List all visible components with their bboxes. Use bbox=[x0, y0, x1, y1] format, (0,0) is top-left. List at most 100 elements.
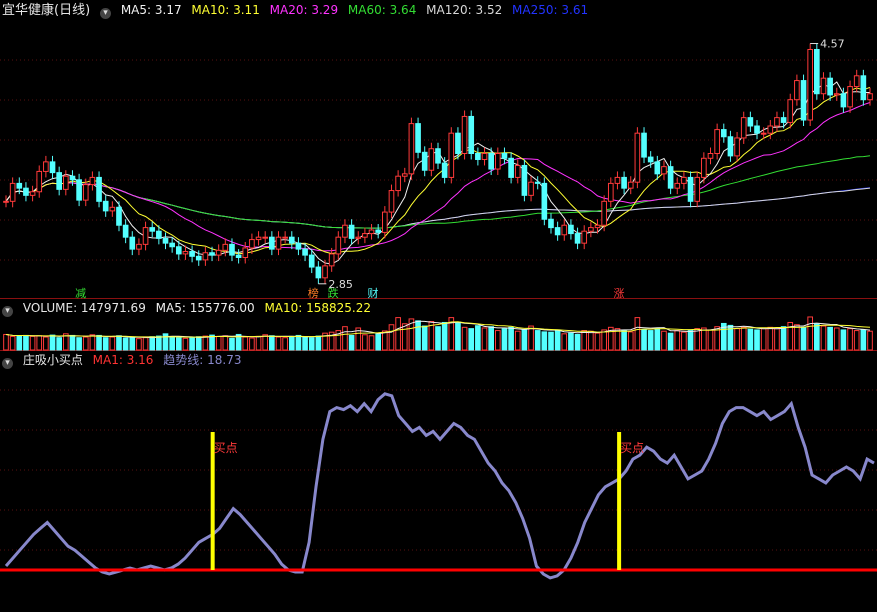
candle-body bbox=[16, 182, 23, 189]
volume-bar bbox=[69, 334, 76, 351]
volume-bar bbox=[667, 332, 674, 351]
volume-bar bbox=[740, 326, 747, 351]
volume-bar bbox=[43, 336, 49, 351]
candle-body bbox=[774, 117, 780, 127]
volume-bar bbox=[249, 337, 255, 351]
candle-body bbox=[388, 190, 395, 213]
candle-body bbox=[342, 224, 348, 238]
candle-body bbox=[754, 125, 760, 134]
volume-bar bbox=[800, 326, 807, 351]
candle-body bbox=[62, 175, 69, 190]
volume-bar bbox=[767, 326, 774, 351]
candle-body bbox=[56, 172, 62, 190]
candle-body bbox=[322, 265, 328, 279]
volume-bar bbox=[534, 330, 541, 351]
volume-bar bbox=[594, 332, 601, 351]
candle-body bbox=[109, 206, 116, 212]
candle-body bbox=[282, 236, 288, 239]
candle-body bbox=[568, 224, 574, 235]
candle-body bbox=[202, 252, 209, 261]
candle-body bbox=[142, 227, 149, 245]
volume-bar bbox=[634, 317, 641, 351]
high-price-label: 4.57 bbox=[820, 38, 845, 51]
candle-body bbox=[89, 176, 96, 186]
candle-body bbox=[242, 247, 249, 259]
volume-bar bbox=[627, 331, 634, 351]
volume-bar bbox=[182, 337, 189, 351]
volume-bar bbox=[760, 328, 767, 351]
volume-bar bbox=[614, 328, 621, 351]
volume-bar bbox=[375, 333, 382, 351]
volume-bar bbox=[302, 336, 308, 351]
candle-body bbox=[641, 132, 647, 158]
volume-bar bbox=[49, 334, 56, 351]
candle-body bbox=[534, 181, 541, 184]
volume-bar bbox=[109, 336, 116, 351]
volume-bar bbox=[76, 337, 82, 351]
candle-body bbox=[368, 229, 375, 235]
candle-body bbox=[800, 80, 807, 121]
ma250-line bbox=[5, 182, 871, 229]
candle-body bbox=[548, 218, 554, 229]
candle-body bbox=[23, 187, 29, 196]
volume-bar bbox=[288, 335, 295, 351]
volume-bar bbox=[169, 336, 175, 351]
candle-body bbox=[69, 175, 76, 181]
candle-body bbox=[627, 181, 634, 189]
volume-bar bbox=[435, 326, 441, 351]
event-tag: 榜 bbox=[308, 286, 319, 300]
volume-bar bbox=[255, 335, 262, 351]
volume-bar bbox=[780, 326, 787, 351]
candle-body bbox=[189, 251, 195, 257]
candle-body bbox=[701, 157, 707, 178]
candle-body bbox=[395, 175, 401, 192]
candle-body bbox=[149, 227, 156, 232]
volume-bar bbox=[501, 328, 508, 351]
volume-bar bbox=[9, 335, 16, 351]
candle-body bbox=[667, 166, 674, 189]
volume-bar bbox=[774, 328, 780, 351]
candle-body bbox=[853, 75, 860, 88]
volume-bar bbox=[215, 335, 222, 351]
candle-body bbox=[415, 123, 421, 153]
candle-body bbox=[275, 236, 282, 250]
candle-body bbox=[521, 164, 528, 196]
volume-bar bbox=[315, 335, 322, 351]
volume-bar bbox=[382, 330, 388, 351]
event-tag: 涨 bbox=[613, 287, 624, 300]
candle-body bbox=[29, 191, 36, 196]
volume-bar bbox=[494, 330, 501, 351]
volume-bar bbox=[461, 326, 468, 351]
candle-body bbox=[401, 173, 408, 177]
volume-bar bbox=[129, 336, 136, 351]
candle-body bbox=[561, 224, 568, 236]
candle-body bbox=[308, 254, 315, 268]
volume-bar bbox=[548, 331, 554, 351]
stock-chart[interactable]: 4.572.85减榜跌财涨买点 买点 bbox=[0, 0, 877, 612]
candle-body bbox=[435, 148, 441, 164]
volume-bar bbox=[747, 328, 754, 351]
candle-body bbox=[96, 176, 102, 202]
buy-signal-label: 买点 bbox=[214, 441, 238, 455]
volume-bar bbox=[687, 330, 694, 351]
volume-bar bbox=[455, 321, 461, 351]
volume-bar bbox=[149, 336, 156, 351]
candle-body bbox=[647, 156, 654, 163]
candle-body bbox=[156, 230, 162, 239]
candle-body bbox=[195, 255, 202, 261]
candle-body bbox=[421, 151, 428, 171]
candle-body bbox=[827, 77, 833, 96]
volume-bar bbox=[754, 329, 760, 351]
candle-body bbox=[116, 206, 122, 226]
volume-bar bbox=[814, 323, 820, 351]
volume-bar bbox=[847, 328, 853, 351]
volume-bar bbox=[222, 335, 229, 351]
volume-bar bbox=[56, 337, 62, 351]
candle-body bbox=[541, 182, 548, 220]
volume-bar bbox=[156, 335, 162, 351]
candle-body bbox=[634, 132, 641, 183]
volume-bar bbox=[794, 324, 800, 351]
candle-body bbox=[82, 184, 89, 201]
volume-bar bbox=[415, 320, 421, 351]
candle-body bbox=[122, 224, 129, 238]
